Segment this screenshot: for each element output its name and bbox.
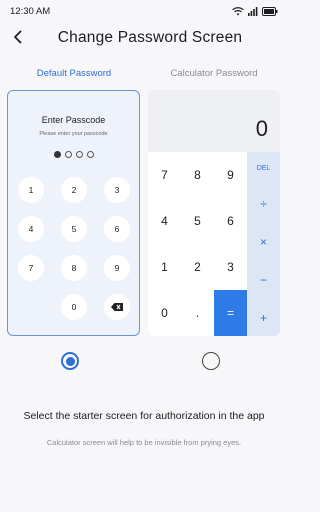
calc-key-del[interactable]: DEL (247, 152, 280, 185)
tab-default-password[interactable]: Default Password (4, 68, 144, 79)
calc-key-multiply[interactable]: × (247, 223, 280, 261)
radio-calculator-password[interactable] (202, 352, 220, 370)
key-3[interactable]: 3 (104, 177, 130, 203)
backspace-key[interactable] (104, 294, 130, 320)
calc-key-7[interactable]: 7 (148, 152, 181, 198)
key-8[interactable]: 8 (61, 255, 87, 281)
key-4[interactable]: 4 (18, 216, 44, 242)
calc-key-8[interactable]: 8 (181, 152, 214, 198)
calc-key-2[interactable]: 2 (181, 244, 214, 290)
screen-tabs: Default Password Calculator Password (0, 68, 288, 82)
calc-key-equals[interactable]: = (214, 290, 247, 336)
calc-key-0[interactable]: 0 (148, 290, 181, 336)
status-bar: 12:30 AM (0, 0, 288, 22)
backspace-icon (111, 303, 123, 311)
calc-key-3[interactable]: 3 (214, 244, 247, 290)
default-password-preview[interactable]: Enter Passcode Please enter your passcod… (7, 90, 140, 336)
passcode-dot (53, 151, 61, 158)
calc-key-6[interactable]: 6 (214, 198, 247, 244)
key-6[interactable]: 6 (104, 216, 130, 242)
passcode-subtitle: Please enter your passcode (39, 131, 108, 137)
calc-key-dot[interactable]: . (181, 290, 214, 336)
radio-selected-dot (65, 356, 75, 366)
signal-icon (248, 6, 258, 16)
key-1[interactable]: 1 (18, 177, 44, 203)
tab-calculator-password[interactable]: Calculator Password (144, 68, 284, 79)
key-9[interactable]: 9 (104, 255, 130, 281)
calculator-password-preview[interactable]: 0 7 8 9 DEL 4 5 6 ÷ 1 2 3 × − 0 . = + (148, 90, 280, 336)
radio-default-password[interactable] (61, 352, 79, 370)
hint-text: Calculator screen will help to be invisi… (46, 438, 242, 447)
calc-key-divide[interactable]: ÷ (247, 185, 280, 223)
key-0[interactable]: 0 (61, 294, 87, 320)
key-7[interactable]: 7 (18, 255, 44, 281)
passcode-title: Enter Passcode (41, 115, 106, 125)
passcode-dot (64, 151, 72, 158)
app-bar: Change Password Screen (0, 24, 288, 54)
status-icons (232, 6, 278, 16)
key-2[interactable]: 2 (61, 177, 87, 203)
battery-icon (262, 6, 278, 16)
calc-key-9[interactable]: 9 (214, 152, 247, 198)
status-time: 12:30 AM (10, 5, 51, 17)
passcode-dot (86, 151, 94, 158)
instruction-text: Select the starter screen for authorizat… (23, 410, 265, 422)
wifi-icon (232, 6, 244, 16)
calculator-display-value: 0 (255, 116, 268, 141)
calc-key-1[interactable]: 1 (148, 244, 181, 290)
page-title: Change Password Screen (57, 29, 243, 46)
calculator-display: 0 (148, 90, 280, 152)
calc-key-4[interactable]: 4 (148, 198, 181, 244)
calculator-keypad: 7 8 9 DEL 4 5 6 ÷ 1 2 3 × − 0 . = + (148, 152, 280, 336)
calc-key-5[interactable]: 5 (181, 198, 214, 244)
calc-key-plus[interactable]: + (247, 299, 280, 336)
passcode-dots (8, 151, 139, 158)
calc-key-minus[interactable]: − (247, 261, 280, 299)
passcode-dot (75, 151, 83, 158)
key-5[interactable]: 5 (61, 216, 87, 242)
